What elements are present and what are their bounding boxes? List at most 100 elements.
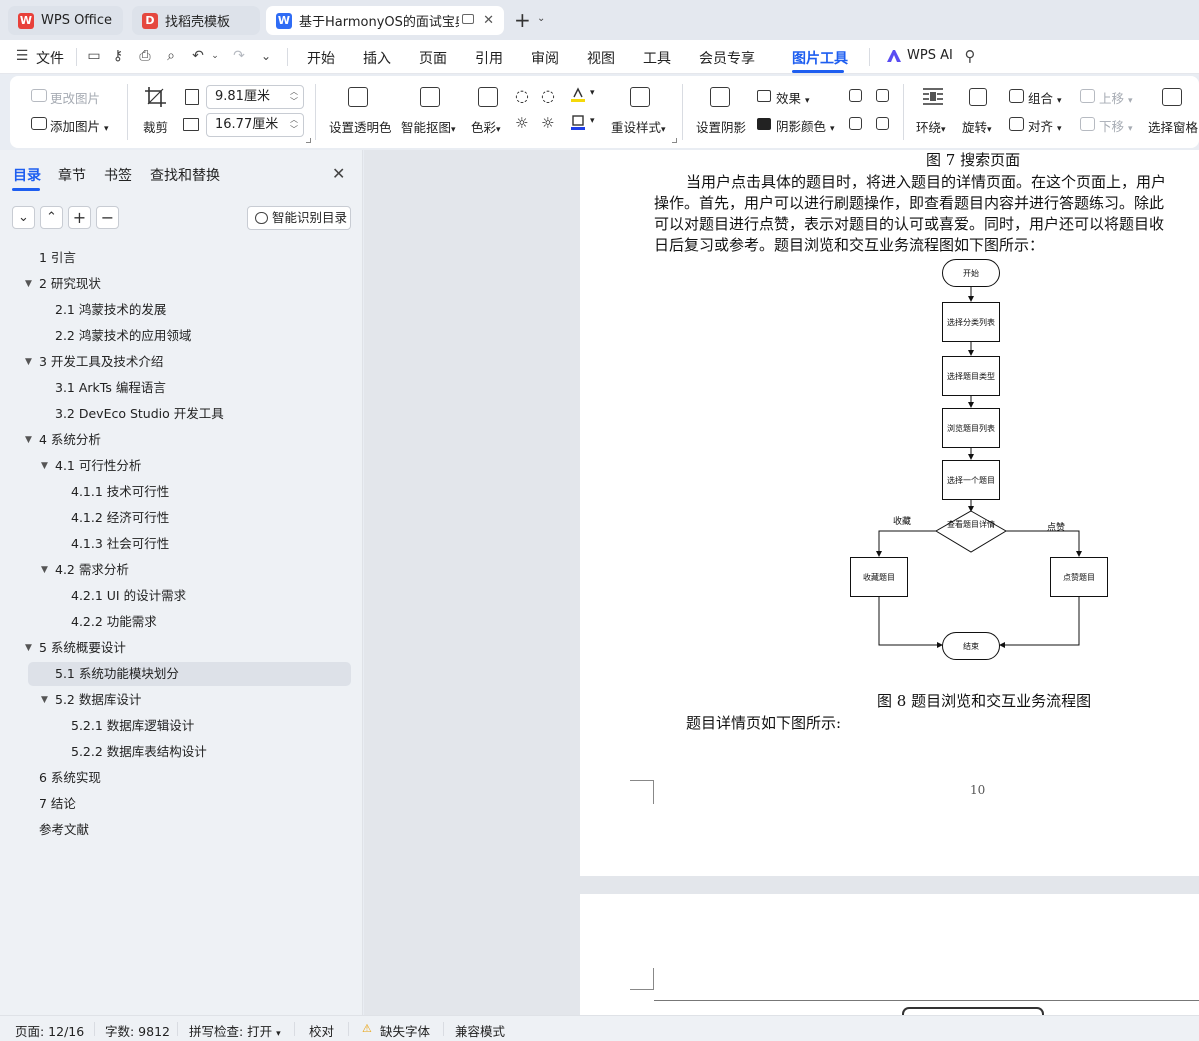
toc-item[interactable]: 2.2 鸿蒙技术的应用领域 [28,324,351,348]
word-count[interactable]: 字数: 9812 [105,1021,170,1040]
collapse-arrow-icon[interactable]: ▼ [25,357,32,367]
collapse-arrow-icon[interactable]: ▼ [41,461,48,471]
menu-member[interactable]: 会员专享 [699,48,755,68]
effect-button[interactable]: 效果 ▾ [776,88,810,107]
toc-item[interactable]: 4.2.2 功能需求 [28,610,351,634]
toc-item[interactable]: 1 引言 [28,246,351,270]
menu-file[interactable]: 文件 [36,48,64,68]
reset-style-button[interactable]: 重设样式▾ [611,117,666,136]
search-icon[interactable]: ⚲ [962,48,978,64]
toc-item[interactable]: 7 结论 [28,792,351,816]
collapse-arrow-icon[interactable]: ▼ [25,279,32,289]
toc-item[interactable]: 5 系统概要设计 [28,636,351,660]
decrease-contrast-icon[interactable]: ◌ [541,86,555,105]
collapse-all-icon[interactable]: ⌃ [40,206,63,229]
move-up-button[interactable]: 上移 ▾ [1099,88,1133,107]
move-down-button[interactable]: 下移 ▾ [1099,116,1133,135]
menu-picture-tools[interactable]: 图片工具 [792,48,848,68]
menu-tools[interactable]: 工具 [643,48,671,68]
increase-contrast-icon[interactable]: ◌ [515,86,529,105]
toc-item[interactable]: 2.1 鸿蒙技术的发展 [28,298,351,322]
change-image-button[interactable]: 更改图片 [50,88,100,107]
toc-item[interactable]: 6 系统实现 [28,766,351,790]
spell-check-toggle[interactable]: 拼写检查: 打开 ▾ [189,1021,281,1040]
tab-document[interactable]: W 基于HarmonyOS的面试宝典a ✕ [266,6,504,35]
dialog-launcher-icon[interactable] [672,138,677,143]
toc-item[interactable]: 5.2.2 数据库表结构设计 [28,740,351,764]
menu-home[interactable]: 开始 [307,48,335,68]
collapse-arrow-icon[interactable]: ▼ [25,435,32,445]
redo-icon[interactable]: ↷ [231,48,247,64]
chevron-down-icon[interactable]: ▾ [590,88,595,98]
key-icon[interactable]: ⚷ [110,48,126,64]
toc-item[interactable]: 4.1.1 技术可行性 [28,480,351,504]
smart-cutout-button[interactable]: 智能抠图▾ [401,117,456,136]
spinner-arrows-icon[interactable]: ︿ ﹀ [290,115,298,135]
collapse-arrow-icon[interactable]: ▼ [41,565,48,575]
print-icon[interactable]: ⎙ [137,48,153,64]
remove-heading-icon[interactable]: − [96,206,119,229]
shadow-left-icon[interactable] [849,117,862,130]
color-button[interactable]: 色彩▾ [471,117,501,136]
nav-tab-bookmarks[interactable]: 书签 [104,165,132,185]
new-tab-icon[interactable]: + [514,10,531,30]
menu-wps-ai[interactable]: WPS AI [907,48,953,63]
height-input[interactable]: 9.81厘米 ︿ ﹀ [206,85,304,109]
hamburger-icon[interactable]: ☰ [14,48,30,64]
add-image-button[interactable]: 添加图片 ▾ [50,116,109,135]
decrease-brightness-icon[interactable]: ☼ [541,114,554,132]
collapse-arrow-icon[interactable]: ▼ [25,643,32,653]
document-canvas[interactable]: 图 7 搜索页面 当用户点击具体的题目时，将进入题目的详情页面。在这个页面上，用… [364,150,1199,1015]
shadow-color-button[interactable]: 阴影颜色 ▾ [776,116,835,135]
toc-item[interactable]: 4.2.1 UI 的设计需求 [28,584,351,608]
wrap-button[interactable]: 环绕▾ [916,117,946,136]
toc-item[interactable]: 4.1.3 社会可行性 [28,532,351,556]
monitor-icon[interactable] [462,14,474,24]
spinner-arrows-icon[interactable]: ︿ ﹀ [290,87,298,107]
toc-item[interactable]: 3.1 ArkTs 编程语言 [28,376,351,400]
nav-tab-sections[interactable]: 章节 [58,165,86,185]
width-input[interactable]: 16.77厘米 ︿ ﹀ [206,113,304,137]
nav-tab-toc[interactable]: 目录 [13,165,41,185]
fill-color-icon[interactable] [570,87,586,103]
chevron-down-icon[interactable]: ⌄ [207,48,223,64]
close-pane-icon[interactable]: ✕ [332,164,345,183]
print-preview-icon[interactable]: ⌕ [163,48,179,64]
set-transparent-button[interactable]: 设置透明色 [329,117,392,136]
close-tab-icon[interactable]: ✕ [483,13,494,28]
toc-item[interactable]: 4 系统分析 [28,428,351,452]
toc-item[interactable]: 2 研究现状 [28,272,351,296]
menu-references[interactable]: 引用 [475,48,503,68]
rotate-button[interactable]: 旋转▾ [962,117,992,136]
smart-toc-button[interactable]: 智能识别目录 [247,206,351,230]
missing-font-button[interactable]: 缺失字体 [380,1021,430,1040]
toc-item[interactable]: 4.1.2 经济可行性 [28,506,351,530]
toc-item[interactable]: 4.2 需求分析 [28,558,351,582]
align-button[interactable]: 对齐 ▾ [1028,116,1062,135]
menu-page[interactable]: 页面 [419,48,447,68]
selection-pane-button[interactable]: 选择窗格 [1148,117,1198,136]
expand-all-icon[interactable]: ⌄ [12,206,35,229]
increase-brightness-icon[interactable]: ☼ [515,114,528,132]
toc-item[interactable]: 3.2 DevEco Studio 开发工具 [28,402,351,426]
save-icon[interactable]: ▭ [86,48,102,64]
toc-item[interactable]: 5.1 系统功能模块划分 [28,662,351,686]
dialog-launcher-icon[interactable] [306,138,311,143]
toc-item[interactable]: 3 开发工具及技术介绍 [28,350,351,374]
toc-item[interactable]: 5.2 数据库设计 [28,688,351,712]
border-color-icon[interactable] [570,115,586,131]
shadow-up-icon[interactable] [849,89,862,102]
crop-button[interactable]: 裁剪 [143,117,168,136]
menu-insert[interactable]: 插入 [363,48,391,68]
toc-item[interactable]: 参考文献 [28,818,351,842]
shadow-right-icon[interactable] [876,117,889,130]
menu-review[interactable]: 审阅 [531,48,559,68]
chevron-down-icon[interactable]: ⌄ [258,48,274,64]
group-button[interactable]: 组合 ▾ [1028,88,1062,107]
toc-item[interactable]: 4.1 可行性分析 [28,454,351,478]
toc-item[interactable]: 5.2.1 数据库逻辑设计 [28,714,351,738]
chevron-down-icon[interactable]: ▾ [590,116,595,126]
collapse-arrow-icon[interactable]: ▼ [41,695,48,705]
set-shadow-button[interactable]: 设置阴影 [696,117,746,136]
chevron-down-icon[interactable]: ⌄ [537,13,545,24]
